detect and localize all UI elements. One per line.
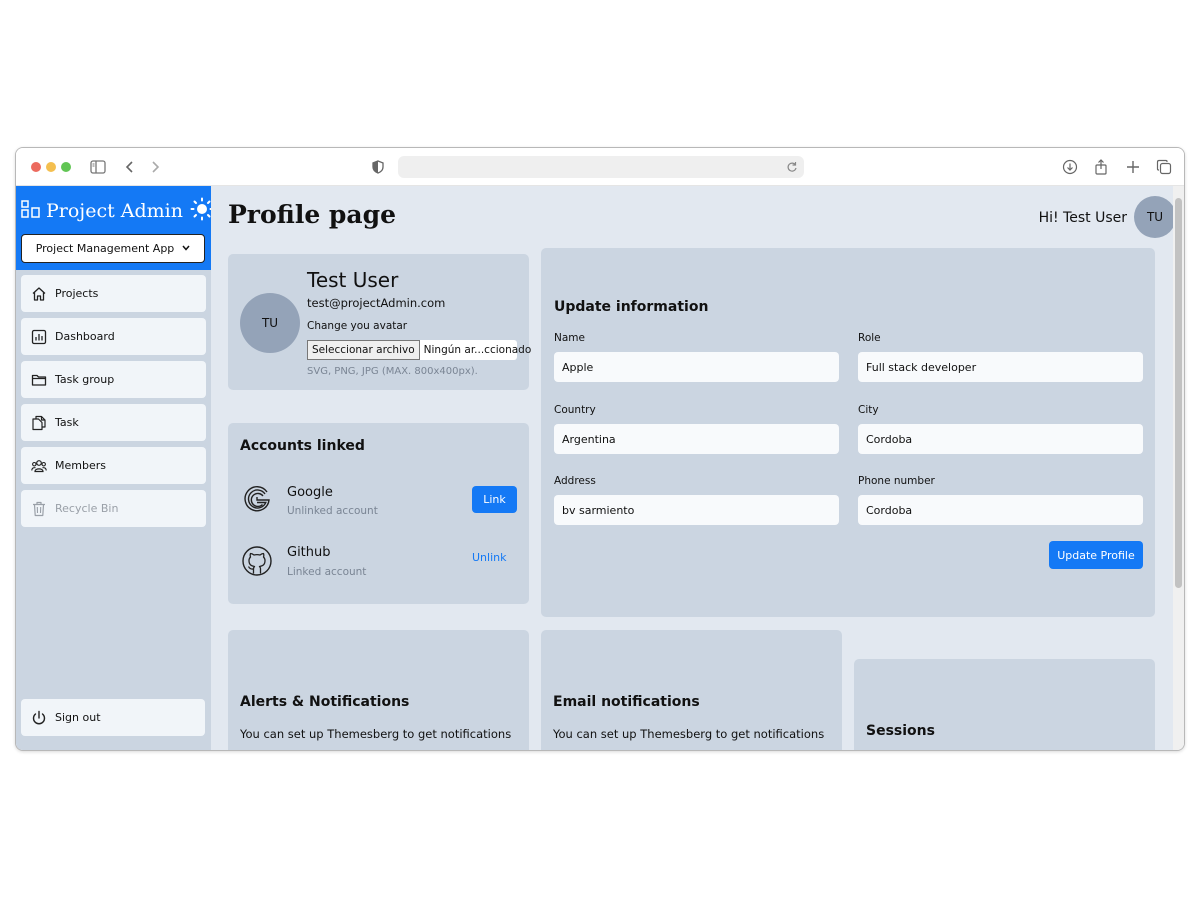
brand-title: Project Admin — [46, 200, 183, 222]
power-icon — [32, 710, 46, 724]
sidebar-item-recycle-bin: Recycle Bin — [21, 490, 206, 527]
role-label: Role — [858, 332, 881, 344]
address-label: Address — [554, 475, 596, 487]
city-label: City — [858, 404, 879, 416]
github-icon — [241, 545, 273, 577]
home-icon — [32, 286, 46, 301]
account-status: Unlinked account — [287, 505, 378, 517]
browser-window: Project Admin Project Management App Pro… — [15, 147, 1185, 751]
sidebar-item-label: Dashboard — [55, 330, 115, 343]
account-name: Google — [287, 485, 333, 500]
country-field[interactable]: Argentina — [554, 424, 839, 454]
phone-field[interactable]: Cordoba — [858, 495, 1143, 525]
sessions-card: Sessions — [854, 659, 1155, 750]
choose-file-button[interactable]: Seleccionar archivo — [307, 340, 420, 360]
vertical-scrollbar[interactable] — [1173, 186, 1184, 750]
accounts-title: Accounts linked — [240, 438, 365, 454]
sidebar-item-label: Task — [55, 416, 79, 429]
account-status: Linked account — [287, 566, 367, 578]
update-information-card: Update information Name Apple Role Full … — [541, 248, 1155, 617]
sidebar-item-label: Members — [55, 459, 106, 472]
new-tab-icon[interactable] — [1123, 157, 1143, 177]
sidebar-item-members[interactable]: Members — [21, 447, 206, 484]
accounts-linked-card: Accounts linked Google Unlinked account … — [228, 423, 529, 604]
profile-card: TU Test User test@projectAdmin.com Chang… — [228, 254, 531, 390]
email-text: You can set up Themesberg to get notific… — [553, 727, 825, 741]
file-hint: SVG, PNG, JPG (MAX. 800x400px). — [307, 366, 478, 377]
download-icon[interactable] — [1060, 157, 1080, 177]
email-title: Email notifications — [553, 694, 700, 710]
logo-icon — [21, 200, 41, 222]
browser-toolbar — [16, 148, 1184, 186]
sidebar-item-task-group[interactable]: Task group — [21, 361, 206, 398]
reload-icon[interactable] — [786, 159, 798, 178]
profile-name: Test User — [307, 268, 399, 292]
trash-icon — [33, 501, 45, 516]
name-field[interactable]: Apple — [554, 352, 839, 382]
unlink-github-button[interactable]: Unlink — [472, 551, 507, 564]
name-label: Name — [554, 332, 585, 344]
minimize-window-button[interactable] — [46, 162, 56, 172]
phone-label: Phone number — [858, 475, 935, 487]
documents-icon — [32, 415, 46, 430]
folder-icon — [31, 374, 47, 386]
project-select-label: Project Management App — [35, 242, 175, 255]
sidebar-item-label: Projects — [55, 287, 99, 300]
sessions-title: Sessions — [866, 723, 935, 739]
page-title: Profile page — [228, 200, 396, 229]
alerts-notifications-card: Alerts & Notifications You can set up Th… — [228, 630, 529, 750]
country-label: Country — [554, 404, 596, 416]
profile-avatar: TU — [240, 293, 300, 353]
alerts-text: You can set up Themesberg to get notific… — [240, 727, 512, 741]
back-icon[interactable] — [120, 157, 140, 177]
sidebar-nav: Projects Dashboard Task group Task Membe… — [16, 270, 211, 527]
signout-label: Sign out — [55, 711, 101, 724]
signout-button[interactable]: Sign out — [21, 699, 205, 736]
file-name-text: Ningún ar...ccionado — [423, 344, 532, 356]
users-icon — [31, 459, 47, 472]
share-icon[interactable] — [1091, 157, 1111, 177]
sidebar-item-label: Recycle Bin — [55, 502, 119, 515]
update-profile-button[interactable]: Update Profile — [1049, 541, 1143, 569]
city-field[interactable]: Cordoba — [858, 424, 1143, 454]
close-window-button[interactable] — [31, 162, 41, 172]
profile-email: test@projectAdmin.com — [307, 296, 446, 310]
sidebar-toggle-icon[interactable] — [88, 157, 108, 177]
change-avatar-label: Change you avatar — [307, 320, 408, 332]
shield-icon[interactable] — [368, 157, 388, 177]
scrollbar-thumb[interactable] — [1175, 198, 1182, 588]
app-container: Project Admin Project Management App Pro… — [16, 186, 1184, 750]
tabs-overview-icon[interactable] — [1154, 157, 1174, 177]
main-content: Profile page Hi! Test User TU TU Test Us… — [211, 186, 1184, 750]
avatar-file-input[interactable]: Seleccionar archivo Ningún ar...ccionado — [307, 340, 531, 360]
google-icon — [241, 483, 273, 515]
brand-logo[interactable]: Project Admin — [21, 196, 214, 226]
project-select[interactable]: Project Management App — [21, 234, 205, 263]
sidebar-item-dashboard[interactable]: Dashboard — [21, 318, 206, 355]
sidebar-item-label: Task group — [55, 373, 115, 386]
avatar[interactable]: TU — [1134, 196, 1176, 238]
sidebar-item-projects[interactable]: Projects — [21, 275, 206, 312]
link-google-button[interactable]: Link — [472, 486, 517, 513]
address-field[interactable]: bv sarmiento — [554, 495, 839, 525]
brand-header: Project Admin Project Management App — [16, 186, 214, 270]
sidebar: Project Admin Project Management App Pro… — [16, 186, 214, 750]
email-notifications-card: Email notifications You can set up Theme… — [541, 630, 842, 750]
chevron-down-icon — [182, 243, 190, 254]
forward-icon[interactable] — [145, 157, 165, 177]
address-bar[interactable] — [398, 156, 804, 178]
maximize-window-button[interactable] — [61, 162, 71, 172]
account-name: Github — [287, 545, 331, 560]
sidebar-item-task[interactable]: Task — [21, 404, 206, 441]
alerts-title: Alerts & Notifications — [240, 694, 410, 710]
update-title: Update information — [554, 299, 709, 315]
user-greeting: Hi! Test User — [1038, 210, 1127, 226]
chart-icon — [31, 329, 47, 344]
role-field[interactable]: Full stack developer — [858, 352, 1143, 382]
